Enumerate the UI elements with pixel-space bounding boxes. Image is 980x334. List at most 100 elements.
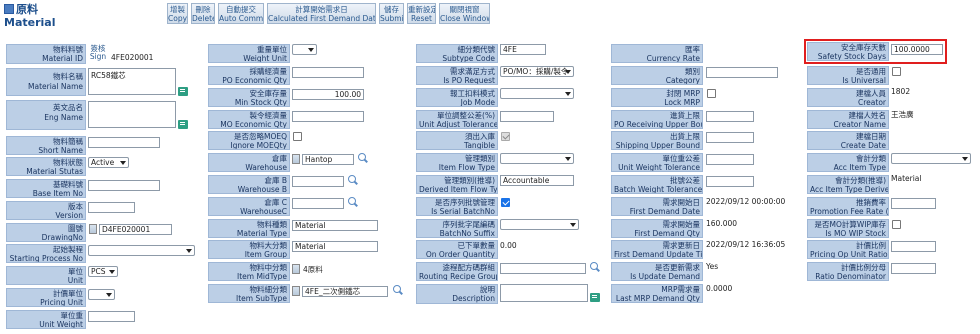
po-receiving-upper-bound-input[interactable] (706, 111, 754, 122)
item-subtype-label: 物料細分類 Item SubType (208, 284, 290, 303)
item-subtype-input[interactable]: 4FE_二次側鐵芯 (302, 286, 388, 297)
lock-mrp-checkbox[interactable] (707, 89, 716, 98)
search-icon[interactable] (348, 175, 359, 186)
currency-rate-label: 匯率 Currency Rate (611, 44, 703, 63)
is-universal-checkbox[interactable] (892, 67, 901, 76)
is-serial-batchno-checkbox[interactable] (501, 198, 510, 207)
delete-button[interactable]: 刪除 Delete (191, 3, 215, 24)
unit-adjust-tolerance-label: 單位調整公差(%) Unit Adjust Tolerance (416, 110, 498, 129)
drawing-no-input[interactable]: D4FE020001 (99, 224, 172, 235)
unit-weight-tolerance-input[interactable] (706, 154, 754, 165)
search-icon[interactable] (590, 262, 601, 273)
calculate-first-demand-date-button[interactable]: 計算開始需求日 Calculated First Demand Date (267, 3, 376, 24)
item-flow-type-select[interactable] (500, 153, 574, 164)
close-window-button[interactable]: 關閉視窗 Close Window (439, 3, 490, 24)
shipping-upper-bound-input[interactable] (706, 132, 754, 143)
acc-item-type-select[interactable] (891, 153, 971, 164)
material-status-label: 物料狀態 Material Stutas (6, 157, 86, 176)
unit-select[interactable]: PCS (88, 266, 118, 277)
warehouse-c-input[interactable] (292, 198, 344, 209)
ignore-moeqty-checkbox[interactable] (293, 132, 302, 141)
edit-icon[interactable] (590, 293, 600, 302)
first-demand-date-value: 2022/09/12 00:00:00 (706, 197, 786, 206)
base-item-no-label: 基礎料號 Base Item No (6, 179, 86, 198)
search-icon[interactable] (393, 285, 404, 296)
material-status-select[interactable]: Active (88, 157, 129, 168)
is-update-demand-value: Yes (706, 262, 719, 271)
sign-link[interactable]: 簽核 Sign (89, 45, 107, 61)
ratio-denominator-input[interactable] (891, 263, 936, 274)
reset-button[interactable]: 重新設定 Reset (407, 3, 436, 24)
pricing-unit-label: 計價單位 Pricing Unit (6, 288, 86, 307)
material-type-label: 物料種類 Material Type (208, 219, 290, 238)
item-midtype-label: 物料中分類 Item MidType (208, 262, 290, 281)
tangible-checkbox[interactable] (501, 132, 510, 141)
ratio-denominator-label: 計價比例分母 Ratio Denominator (807, 262, 889, 281)
drawing-no-label: 圖號 DrawingNo (6, 223, 86, 242)
routing-recipe-group-input[interactable] (500, 263, 586, 274)
short-name-input[interactable] (88, 137, 160, 148)
unit-weight-input[interactable] (88, 311, 135, 322)
batch-weight-tolerance-label: 批號公差 Batch Weight Tolerance (611, 175, 703, 194)
auto-commit-button[interactable]: 自動提交 Auto Commit (218, 3, 264, 24)
acc-item-type-derive-label: 會計分類(推導) Acc Item Type Derive (807, 175, 889, 194)
category-input[interactable] (706, 67, 778, 78)
mo-economic-qty-input[interactable] (292, 111, 364, 122)
last-mrp-demand-qty-label: MRP需求量 Last MRP Demand Qty (611, 284, 703, 303)
material-name-input[interactable]: RC58鐵芯 (88, 68, 176, 95)
first-demand-qty-value: 160.000 (706, 219, 738, 228)
edit-icon[interactable] (178, 120, 188, 129)
ignore-moeqty-label: 是否忽略MOEQ Ignore MOEQty (208, 131, 290, 150)
item-group-input[interactable]: Material (292, 241, 378, 252)
eng-name-label: 英文品名 Eng Name (6, 100, 86, 130)
edit-icon[interactable] (178, 87, 188, 96)
po-economic-qty-label: 採購經濟量 PO Economic Qty (208, 66, 290, 85)
material-name-label: 物料名稱 Material Name (6, 68, 86, 96)
search-icon[interactable] (348, 197, 359, 208)
item-subtype-icon[interactable] (292, 286, 300, 296)
search-icon[interactable] (358, 153, 369, 164)
tangible-label: 須出入庫 Tangible (416, 131, 498, 150)
eng-name-input[interactable] (88, 101, 176, 128)
derived-item-flow-type-input[interactable]: Accountable (500, 175, 574, 186)
short-name-label: 物料簡稱 Short Name (6, 136, 86, 155)
po-economic-qty-input[interactable] (292, 67, 364, 78)
job-mode-select[interactable] (500, 88, 574, 99)
min-stock-qty-input[interactable]: 100.00 (292, 89, 364, 100)
po-receiving-upper-bound-label: 進貨上限PO Receiving Upper Bound (611, 110, 703, 129)
warehouse-input[interactable]: Hantop (302, 154, 354, 165)
submit-button[interactable]: 儲存 Submit (379, 3, 404, 24)
item-group-label: 物料大分類 Item Group (208, 240, 290, 259)
pricing-op-unit-ratio-input[interactable] (891, 241, 936, 252)
copy-button[interactable]: 增製 Copy (167, 3, 188, 24)
description-input[interactable] (500, 284, 588, 302)
toolbar: 增製 Copy 刪除 Delete 自動提交 Auto Commit 計算開始需求日 C… (167, 3, 493, 24)
base-item-no-input[interactable] (88, 180, 160, 191)
batchno-suffix-label: 序列批字尾編碼 BatchNo Suffix (416, 219, 498, 238)
subtype-code-label: 細分類代號 Subtype Code (416, 44, 498, 63)
is-po-request-select[interactable]: PO/MO：採購/製令 (500, 66, 574, 77)
warehouse-c-label: 倉庫 C WarehouseC (208, 197, 290, 216)
unit-weight-tolerance-label: 單位重公差 Unit Weight Tolerance (611, 153, 703, 172)
drawing-file-icon[interactable] (89, 224, 97, 234)
version-input[interactable] (88, 202, 135, 213)
item-midtype-icon[interactable] (292, 264, 300, 274)
pricing-unit-select[interactable] (88, 289, 115, 300)
batchno-suffix-select[interactable] (500, 219, 579, 230)
material-id-value: 4FE020001 (111, 53, 154, 62)
on-order-quantity-label: 已下單數量 On Order Quantity (416, 240, 498, 259)
material-type-input[interactable]: Material (292, 220, 378, 231)
first-demand-qty-label: 需求開始量 First Demand Qty (611, 219, 703, 238)
promotion-fee-rate-input[interactable] (891, 198, 936, 209)
subtype-code-input[interactable]: 4FE (500, 44, 546, 55)
warehouse-b-input[interactable] (292, 176, 344, 187)
is-serial-batchno-label: 是否序列批號管理 Is Serial BatchNo (416, 197, 498, 216)
weight-unit-select[interactable] (292, 44, 317, 55)
promotion-fee-rate-label: 推銷費率Promotion Fee Rate (%) (807, 197, 889, 216)
is-mo-wip-stock-checkbox[interactable] (892, 220, 901, 229)
batch-weight-tolerance-input[interactable] (706, 176, 754, 187)
unit-adjust-tolerance-input[interactable] (500, 111, 554, 122)
warehouse-lookup-icon[interactable] (292, 154, 300, 164)
material-icon (4, 4, 14, 14)
starting-process-select[interactable] (88, 245, 195, 256)
